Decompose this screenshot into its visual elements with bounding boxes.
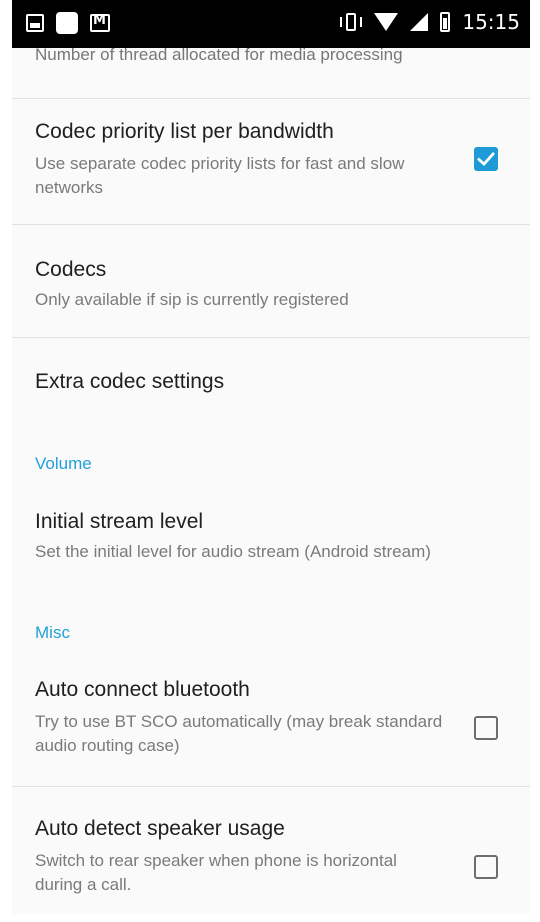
frame-bottom <box>0 914 540 922</box>
frame-left <box>0 0 12 922</box>
extra-codec-title: Extra codec settings <box>35 370 225 393</box>
volume-section-header: Volume <box>35 454 92 473</box>
wifi-icon <box>374 13 399 31</box>
vibrate-icon <box>340 12 363 32</box>
phone-screen: 15:15 Number of thread allocated for med… <box>0 0 540 922</box>
initial-stream-summary: Set the initial level for audio stream (… <box>35 542 431 561</box>
media-threads-summary: Number of thread allocated for media pro… <box>35 48 403 64</box>
signal-icon <box>410 13 429 31</box>
auto-bluetooth-title: Auto connect bluetooth <box>35 678 250 701</box>
auto-speaker-summary: Switch to rear speaker when phone is hor… <box>35 851 397 894</box>
codec-priority-summary: Use separate codec priority lists for fa… <box>35 154 405 197</box>
initial-stream-title: Initial stream level <box>35 510 204 533</box>
extra-codec-item[interactable]: Extra codec settings <box>12 338 530 434</box>
auto-speaker-item[interactable]: Auto detect speaker usage Switch to rear… <box>12 787 530 917</box>
auto-bluetooth-checkbox[interactable] <box>474 716 498 740</box>
codecs-title: Codecs <box>35 258 107 281</box>
initial-stream-item[interactable]: Initial stream level Set the initial lev… <box>12 488 530 594</box>
codec-priority-checkbox[interactable] <box>474 147 498 171</box>
codecs-summary: Only available if sip is currently regis… <box>35 290 349 309</box>
checkmark-icon <box>477 152 495 166</box>
square-icon <box>56 12 78 34</box>
status-bar: 15:15 <box>12 0 530 48</box>
codecs-item[interactable]: Codecs Only available if sip is currentl… <box>12 225 530 338</box>
codec-priority-item[interactable]: Codec priority list per bandwidth Use se… <box>12 98 530 225</box>
battery-icon <box>440 12 451 32</box>
media-threads-item[interactable]: Number of thread allocated for media pro… <box>12 48 530 99</box>
auto-speaker-checkbox[interactable] <box>474 855 498 879</box>
mail-icon <box>90 13 110 32</box>
misc-section-header: Misc <box>35 623 70 642</box>
clock: 15:15 <box>462 10 520 34</box>
auto-bluetooth-summary: Try to use BT SCO automatically (may bre… <box>35 712 443 755</box>
image-icon <box>26 14 44 32</box>
auto-bluetooth-item[interactable]: Auto connect bluetooth Try to use BT SCO… <box>12 656 530 787</box>
auto-speaker-title: Auto detect speaker usage <box>35 817 285 840</box>
frame-right <box>530 0 540 922</box>
codec-priority-title: Codec priority list per bandwidth <box>35 120 334 143</box>
